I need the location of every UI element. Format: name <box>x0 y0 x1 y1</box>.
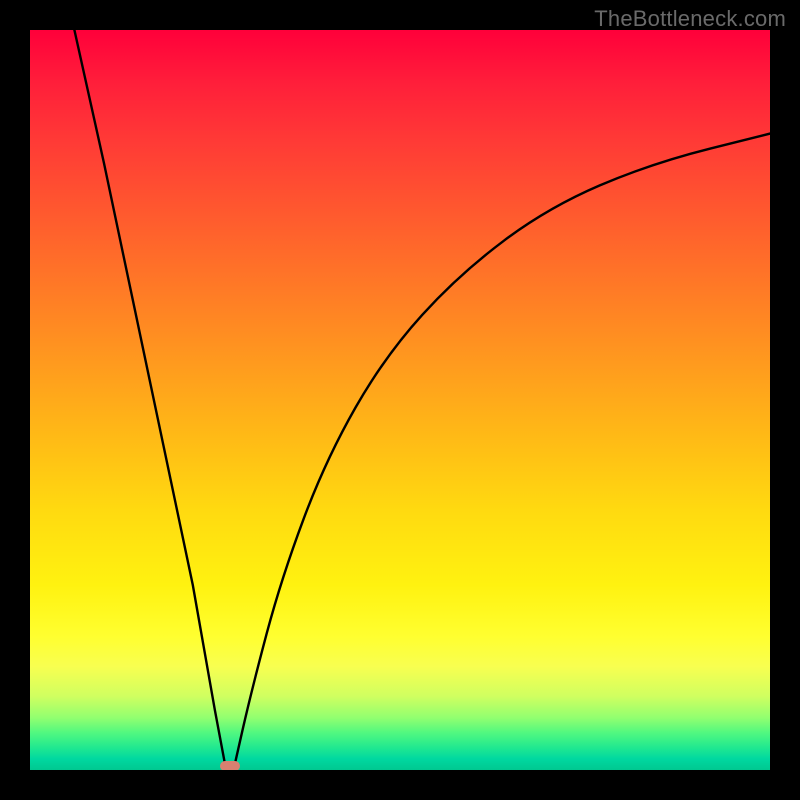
watermark-text: TheBottleneck.com <box>594 6 786 32</box>
chart-frame: TheBottleneck.com <box>0 0 800 800</box>
optimum-marker <box>220 761 240 770</box>
bottleneck-curve <box>30 30 770 770</box>
plot-area <box>30 30 770 770</box>
